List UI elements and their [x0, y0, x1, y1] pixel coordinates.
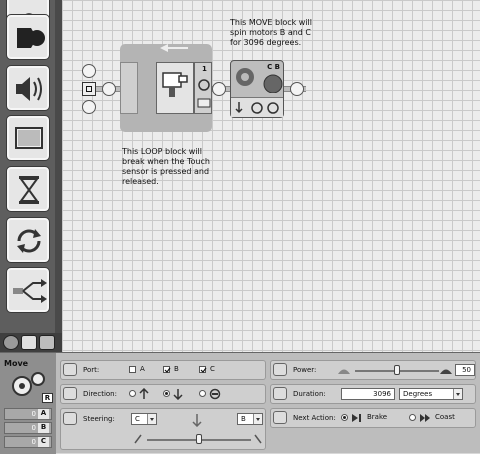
move-block-ports: C B [267, 63, 280, 71]
power-section: Power: 50 [270, 360, 476, 380]
move-status-icons [235, 102, 279, 114]
coast-label: Coast [435, 413, 455, 421]
direction-section: Direction: [60, 384, 266, 404]
power-input[interactable]: 50 [455, 364, 475, 376]
port-a-label: A [140, 365, 145, 373]
steering-label: Steering: [83, 415, 115, 423]
palette-item-sound[interactable] [6, 65, 50, 111]
direction-backward-radio[interactable] [163, 390, 170, 397]
port-selected-badge: R [42, 393, 53, 403]
port-value-row-c: 0 C [4, 436, 52, 448]
sequence-point-2[interactable] [212, 82, 226, 96]
config-title: Move [4, 359, 29, 368]
port-c-checkbox[interactable] [199, 366, 207, 373]
port-value-row-b: 0 B [4, 422, 52, 434]
block-palette [0, 0, 62, 352]
palette-item-loop[interactable] [6, 217, 50, 263]
direction-forward-radio[interactable] [129, 390, 136, 397]
display-icon [15, 127, 43, 149]
port-c-label: C [210, 365, 215, 373]
duration-icon [273, 387, 287, 400]
steering-robot-icon [192, 414, 202, 427]
palette-item-switch[interactable] [6, 267, 50, 313]
start-point-bottom[interactable] [82, 100, 96, 114]
switch-icon [13, 279, 47, 303]
start-point-top[interactable] [82, 64, 96, 78]
hourglass-icon [19, 176, 39, 204]
power-label: Power: [293, 366, 317, 374]
tab-common-palette[interactable] [3, 335, 19, 350]
program-canvas[interactable]: 1 C B This MOVE block will spin motors B… [62, 0, 480, 352]
coast-radio[interactable] [409, 414, 416, 421]
port-b-label: B [174, 365, 179, 373]
port-a-checkbox[interactable] [129, 366, 136, 373]
move-icon [17, 28, 45, 48]
steer-right-icon [254, 434, 262, 444]
port-icon [63, 363, 77, 376]
loop-counter: 1 [202, 65, 207, 73]
stop-icon [209, 388, 221, 400]
port-b-checkbox[interactable] [163, 366, 171, 373]
config-block-summary: Move R 0 A 0 B 0 C [0, 353, 56, 454]
loop-icon [17, 229, 41, 253]
loop-arrow-icon [160, 44, 188, 52]
direction-stop-radio[interactable] [199, 390, 206, 397]
direction-label: Direction: [83, 390, 117, 398]
palette-item-move[interactable] [6, 14, 50, 60]
duration-section: Duration: 3096 Degrees [270, 384, 476, 404]
power-slider-knob[interactable] [394, 365, 400, 375]
palette-item-wait[interactable] [6, 166, 50, 212]
palette-tabs [0, 333, 62, 352]
power-high-icon [440, 369, 452, 374]
palette-item-display[interactable] [6, 115, 50, 161]
brake-radio[interactable] [341, 414, 348, 421]
port-label: Port: [83, 366, 100, 374]
loop-block[interactable]: 1 [120, 44, 212, 132]
steer-left-icon [134, 434, 142, 444]
direction-icon [63, 387, 77, 400]
steering-right-select[interactable]: B [237, 413, 263, 425]
power-icon [273, 363, 287, 376]
steering-section: Steering: C B [60, 408, 266, 450]
duration-unit-select[interactable]: Degrees [399, 388, 463, 400]
palette-scrollbar[interactable] [55, 0, 62, 335]
next-action-label: Next Action: [293, 414, 336, 422]
sequence-point[interactable] [102, 82, 116, 96]
config-panel: Move R 0 A 0 B 0 C Port: A B C Direction… [0, 352, 480, 454]
loop-sensor-panel[interactable] [156, 62, 194, 114]
port-section: Port: A B C [60, 360, 266, 380]
sequence-end-point[interactable] [290, 82, 304, 96]
loop-status-icons [197, 79, 211, 108]
brake-icon [352, 414, 361, 422]
tab-custom-palette[interactable] [39, 335, 55, 350]
brake-label: Brake [367, 413, 388, 421]
tab-complete-palette[interactable] [21, 335, 37, 350]
coast-icon [420, 414, 430, 422]
next-action-section: Next Action: Brake Coast [270, 408, 476, 428]
arrow-up-icon [139, 388, 149, 399]
touch-sensor-icon [162, 72, 188, 97]
steering-icon [63, 412, 77, 425]
port-value-row-a: 0 A [4, 408, 52, 420]
speaker-icon [16, 77, 42, 101]
duration-input[interactable]: 3096 [341, 388, 395, 400]
loop-control-panel[interactable]: 1 [194, 62, 212, 114]
move-comment[interactable]: This MOVE block will spin motors B and C… [230, 18, 312, 48]
move-block-status [231, 97, 283, 117]
move-block[interactable]: C B [230, 60, 284, 118]
start-icon[interactable] [82, 82, 96, 96]
duration-label: Duration: [293, 390, 326, 398]
steering-slider-knob[interactable] [196, 434, 202, 444]
arrow-down-icon [173, 389, 183, 400]
power-low-icon [338, 369, 350, 374]
loop-comment[interactable]: This LOOP block will break when the Touc… [122, 147, 210, 187]
next-action-icon [273, 411, 287, 424]
steering-left-select[interactable]: C [131, 413, 157, 425]
